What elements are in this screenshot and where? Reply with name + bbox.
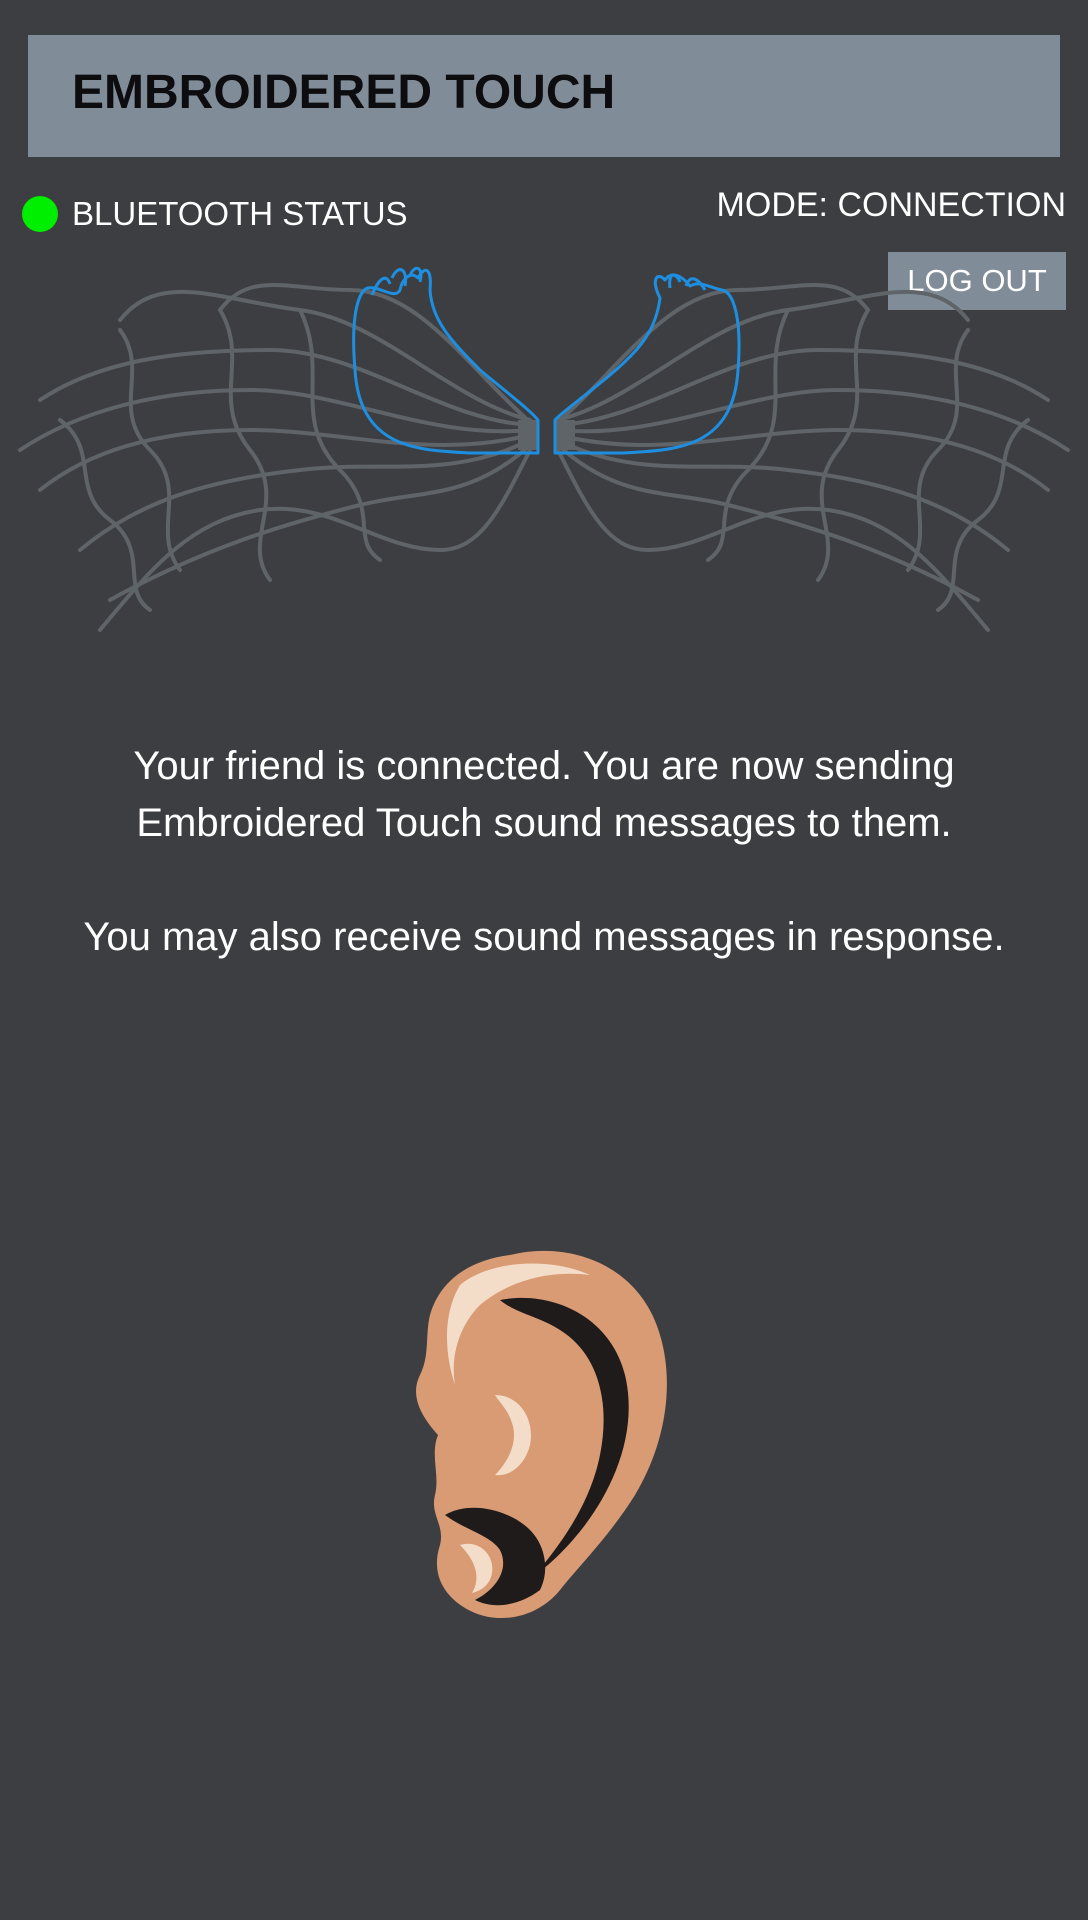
embroidered-hands-icon: [18, 266, 1070, 632]
app-header: EMBROIDERED TOUCH: [28, 35, 1060, 157]
app-title: EMBROIDERED TOUCH: [72, 66, 616, 119]
response-message-line: You may also receive sound messages in r…: [83, 915, 1005, 959]
connection-message-line: Your friend is connected. You are now se…: [133, 744, 955, 845]
bluetooth-status-label: BLUETOOTH STATUS: [72, 195, 408, 232]
connection-message: Your friend is connected. You are now se…: [44, 738, 1044, 1023]
ear-icon: [416, 1250, 667, 1619]
mode-label: MODE: CONNECTION: [716, 186, 1066, 224]
bluetooth-status: BLUETOOTH STATUS: [22, 195, 408, 233]
bluetooth-status-indicator: [22, 196, 58, 232]
